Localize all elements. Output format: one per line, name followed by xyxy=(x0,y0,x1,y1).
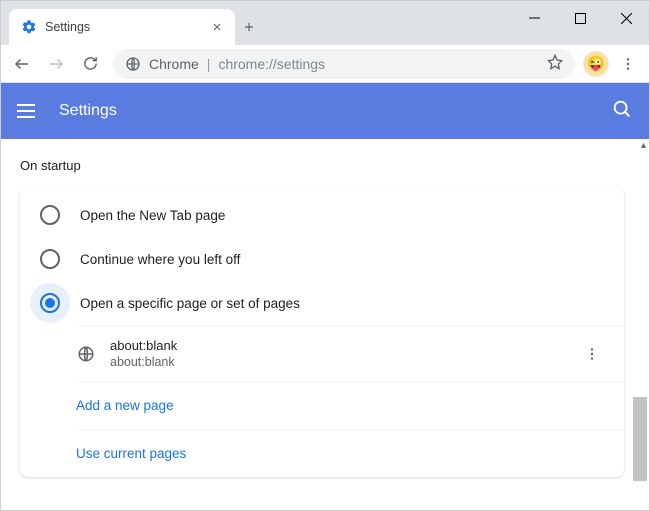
page-entry-url: about:blank xyxy=(110,355,566,369)
reload-button[interactable] xyxy=(75,49,105,79)
scroll-up-arrow[interactable]: ▴ xyxy=(641,140,646,151)
radio-label: Open the New Tab page xyxy=(80,208,225,223)
close-window-button[interactable] xyxy=(603,3,649,33)
globe-icon xyxy=(76,344,96,364)
section-label-startup: On startup xyxy=(10,140,624,187)
radio-label: Open a specific page or set of pages xyxy=(80,296,300,311)
radio-icon xyxy=(40,205,60,225)
maximize-button[interactable] xyxy=(557,3,603,33)
add-new-page-link[interactable]: Add a new page xyxy=(76,381,624,429)
profile-avatar[interactable]: 😜 xyxy=(583,51,609,77)
settings-header: Settings xyxy=(1,83,649,139)
radio-icon xyxy=(40,249,60,269)
page-entry-menu-icon[interactable] xyxy=(580,346,604,362)
browser-menu-icon[interactable] xyxy=(613,49,643,79)
bookmark-star-icon[interactable] xyxy=(547,54,563,73)
window-controls xyxy=(511,1,649,45)
page-title: Settings xyxy=(59,102,117,120)
back-button[interactable] xyxy=(7,49,37,79)
new-tab-button[interactable] xyxy=(235,9,263,45)
use-current-pages-link[interactable]: Use current pages xyxy=(76,429,624,477)
page-entry-title: about:blank xyxy=(110,338,566,353)
hamburger-menu-icon[interactable] xyxy=(17,99,41,123)
browser-tab[interactable]: Settings xyxy=(9,9,235,45)
radio-open-specific[interactable]: Open a specific page or set of pages xyxy=(20,281,624,325)
startup-page-entry: about:blank about:blank xyxy=(76,326,624,381)
radio-icon-selected xyxy=(40,293,60,313)
minimize-button[interactable] xyxy=(511,3,557,33)
omnibox-path: chrome://settings xyxy=(218,56,325,72)
gear-icon xyxy=(21,19,37,35)
scroll-thumb[interactable] xyxy=(633,397,647,481)
scrollbar[interactable]: ▴ xyxy=(632,140,648,509)
address-bar[interactable]: Chrome | chrome://settings xyxy=(113,49,575,79)
forward-button[interactable] xyxy=(41,49,71,79)
radio-open-new-tab[interactable]: Open the New Tab page xyxy=(20,193,624,237)
search-icon[interactable] xyxy=(611,98,633,125)
site-info-icon[interactable] xyxy=(125,56,141,72)
close-tab-icon[interactable] xyxy=(209,19,225,35)
startup-card: Open the New Tab page Continue where you… xyxy=(20,187,624,477)
tab-title: Settings xyxy=(45,20,201,34)
omnibox-host: Chrome xyxy=(149,56,199,72)
radio-label: Continue where you left off xyxy=(80,252,240,267)
window-titlebar: Settings xyxy=(1,1,649,45)
browser-toolbar: Chrome | chrome://settings 😜 xyxy=(1,45,649,83)
radio-continue[interactable]: Continue where you left off xyxy=(20,237,624,281)
